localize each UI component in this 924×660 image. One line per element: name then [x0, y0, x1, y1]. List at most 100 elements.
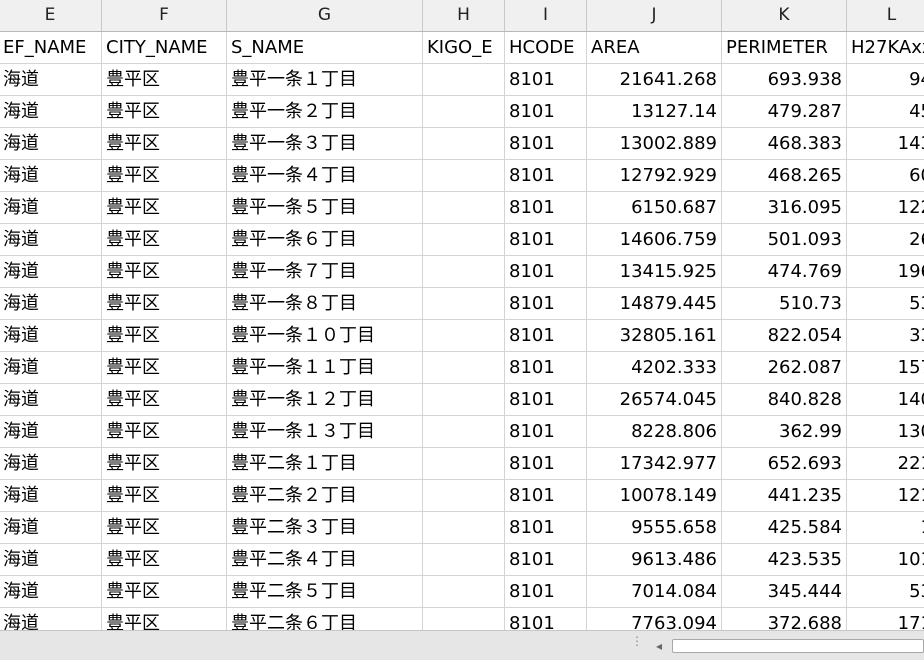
- table-cell[interactable]: 豊平一条３丁目: [227, 128, 423, 160]
- table-cell[interactable]: 海道: [0, 576, 102, 608]
- table-cell[interactable]: 豊平区: [102, 64, 227, 96]
- table-cell[interactable]: [423, 224, 505, 256]
- field-name-cell[interactable]: CITY_NAME: [102, 32, 227, 64]
- table-cell[interactable]: 豊平区: [102, 160, 227, 192]
- table-cell[interactable]: [423, 64, 505, 96]
- table-cell[interactable]: 53: [847, 576, 924, 608]
- table-cell[interactable]: 8101: [505, 544, 587, 576]
- table-cell[interactable]: 479.287: [722, 96, 847, 128]
- table-cell[interactable]: 652.693: [722, 448, 847, 480]
- table-cell[interactable]: 6150.687: [587, 192, 722, 224]
- table-cell[interactable]: 8228.806: [587, 416, 722, 448]
- table-cell[interactable]: 海道: [0, 224, 102, 256]
- column-header-j[interactable]: J: [587, 0, 722, 31]
- table-cell[interactable]: 14606.759: [587, 224, 722, 256]
- table-cell[interactable]: 8101: [505, 320, 587, 352]
- column-header-l[interactable]: L: [847, 0, 924, 31]
- table-cell[interactable]: 8101: [505, 352, 587, 384]
- table-cell[interactable]: 8101: [505, 512, 587, 544]
- table-cell[interactable]: 豊平二条４丁目: [227, 544, 423, 576]
- table-cell[interactable]: 豊平二条２丁目: [227, 480, 423, 512]
- table-cell[interactable]: 423.535: [722, 544, 847, 576]
- table-cell[interactable]: 17342.977: [587, 448, 722, 480]
- column-header-f[interactable]: F: [102, 0, 227, 31]
- table-cell[interactable]: 171: [847, 608, 924, 630]
- table-cell[interactable]: 468.265: [722, 160, 847, 192]
- table-cell[interactable]: 8101: [505, 160, 587, 192]
- table-cell[interactable]: 221: [847, 448, 924, 480]
- table-cell[interactable]: 豊平一条１３丁目: [227, 416, 423, 448]
- table-cell[interactable]: 海道: [0, 384, 102, 416]
- table-cell[interactable]: 豊平区: [102, 96, 227, 128]
- field-name-cell[interactable]: S_NAME: [227, 32, 423, 64]
- table-cell[interactable]: 豊平区: [102, 128, 227, 160]
- field-name-cell[interactable]: KIGO_E: [423, 32, 505, 64]
- spreadsheet-grid[interactable]: EFGHIJKL EF_NAME CITY_NAME S_NAME KIGO_E HCO…: [0, 0, 924, 630]
- table-cell[interactable]: 豊平一条１丁目: [227, 64, 423, 96]
- table-cell[interactable]: 32805.161: [587, 320, 722, 352]
- table-cell[interactable]: 13415.925: [587, 256, 722, 288]
- table-cell[interactable]: 豊平一条７丁目: [227, 256, 423, 288]
- table-cell[interactable]: 693.938: [722, 64, 847, 96]
- table-cell[interactable]: 101: [847, 544, 924, 576]
- table-cell[interactable]: 13127.14: [587, 96, 722, 128]
- scroll-left-arrow-icon[interactable]: ◂: [650, 637, 668, 655]
- table-cell[interactable]: 豊平一条５丁目: [227, 192, 423, 224]
- table-cell[interactable]: 26: [847, 224, 924, 256]
- table-cell[interactable]: 9613.486: [587, 544, 722, 576]
- table-cell[interactable]: [423, 512, 505, 544]
- table-cell[interactable]: 121: [847, 480, 924, 512]
- table-cell[interactable]: 豊平区: [102, 288, 227, 320]
- table-cell[interactable]: 8101: [505, 288, 587, 320]
- column-header-i[interactable]: I: [505, 0, 587, 31]
- field-name-cell[interactable]: H27KAxx: [847, 32, 924, 64]
- table-cell[interactable]: 441.235: [722, 480, 847, 512]
- table-cell[interactable]: 13002.889: [587, 128, 722, 160]
- table-cell[interactable]: 130: [847, 416, 924, 448]
- table-cell[interactable]: 474.769: [722, 256, 847, 288]
- table-cell[interactable]: 94: [847, 64, 924, 96]
- table-cell[interactable]: 海道: [0, 480, 102, 512]
- table-cell[interactable]: 豊平区: [102, 224, 227, 256]
- split-grip-icon[interactable]: ⋮: [631, 635, 643, 653]
- table-cell[interactable]: 157: [847, 352, 924, 384]
- table-cell[interactable]: 8101: [505, 576, 587, 608]
- table-cell[interactable]: 海道: [0, 128, 102, 160]
- table-cell[interactable]: 海道: [0, 64, 102, 96]
- table-cell[interactable]: [423, 192, 505, 224]
- table-cell[interactable]: 60: [847, 160, 924, 192]
- table-cell[interactable]: 21641.268: [587, 64, 722, 96]
- table-cell[interactable]: [423, 128, 505, 160]
- table-cell[interactable]: 840.828: [722, 384, 847, 416]
- table-cell[interactable]: [423, 320, 505, 352]
- table-cell[interactable]: 海道: [0, 352, 102, 384]
- table-cell[interactable]: 豊平二条３丁目: [227, 512, 423, 544]
- table-cell[interactable]: 468.383: [722, 128, 847, 160]
- table-cell[interactable]: [423, 352, 505, 384]
- table-cell[interactable]: 豊平一条６丁目: [227, 224, 423, 256]
- table-cell[interactable]: 8101: [505, 448, 587, 480]
- table-cell[interactable]: 10078.149: [587, 480, 722, 512]
- table-cell[interactable]: 豊平二条５丁目: [227, 576, 423, 608]
- table-cell[interactable]: 豊平一条１１丁目: [227, 352, 423, 384]
- table-cell[interactable]: 4202.333: [587, 352, 722, 384]
- table-cell[interactable]: [423, 480, 505, 512]
- table-cell[interactable]: 8101: [505, 256, 587, 288]
- table-cell[interactable]: 8101: [505, 128, 587, 160]
- field-name-cell[interactable]: HCODE: [505, 32, 587, 64]
- table-cell[interactable]: 1: [847, 512, 924, 544]
- table-cell[interactable]: 海道: [0, 416, 102, 448]
- table-cell[interactable]: 豊平一条８丁目: [227, 288, 423, 320]
- table-cell[interactable]: [423, 96, 505, 128]
- field-name-cell[interactable]: PERIMETER: [722, 32, 847, 64]
- table-cell[interactable]: 豊平区: [102, 192, 227, 224]
- table-cell[interactable]: 豊平区: [102, 608, 227, 630]
- table-cell[interactable]: [423, 160, 505, 192]
- table-cell[interactable]: 豊平一条１０丁目: [227, 320, 423, 352]
- table-cell[interactable]: [423, 576, 505, 608]
- table-cell[interactable]: 33: [847, 320, 924, 352]
- table-cell[interactable]: 362.99: [722, 416, 847, 448]
- column-header-e[interactable]: E: [0, 0, 102, 31]
- table-cell[interactable]: 143: [847, 128, 924, 160]
- table-cell[interactable]: 501.093: [722, 224, 847, 256]
